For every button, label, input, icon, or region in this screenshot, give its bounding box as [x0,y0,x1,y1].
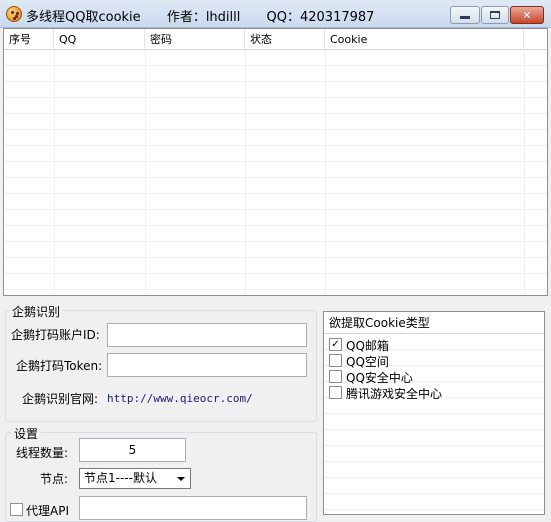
node-select-value: 节点1----默认 [84,471,157,485]
column-header-index[interactable]: 序号 [4,29,54,50]
check-icon: ✓ [331,338,340,350]
app-title: 多线程QQ取cookie [26,10,141,25]
close-button[interactable]: ✕ [510,6,544,24]
maximize-icon [490,11,500,19]
node-label: 节点: [40,472,69,486]
grid-divider [524,50,525,295]
account-id-label: 企鹅打码账户ID: [11,328,100,342]
captcha-group-title: 企鹅识别 [9,303,64,320]
proxy-checkbox[interactable] [10,503,23,516]
grid-header: 序号 QQ 密码 状态 Cookie [4,29,547,50]
author-text: 作者：lhdilll [166,10,241,25]
results-grid[interactable]: 序号 QQ 密码 状态 Cookie [3,28,548,296]
cookie-type-label: QQ邮箱 [346,339,389,353]
window-title: 多线程QQ取cookie 作者：lhdilll QQ：420317987 [26,6,396,25]
cookie-type-item[interactable]: QQ安全中心 [329,369,539,385]
grid-divider [325,50,326,295]
cookie-type-label: 腾讯游戏安全中心 [346,387,443,401]
maximize-button[interactable] [481,6,509,24]
cookie-type-item[interactable]: 腾讯游戏安全中心 [329,385,539,401]
grid-divider [145,50,146,295]
cookie-type-label: QQ安全中心 [346,371,413,385]
threads-input[interactable]: 5 [79,438,186,462]
column-header-cookie[interactable]: Cookie [325,29,524,50]
minimize-icon [460,16,470,19]
proxy-label: 代理API [26,504,69,518]
qq-text: QQ：420317987 [266,10,375,25]
proxy-api-input[interactable] [79,496,307,520]
column-header-qq[interactable]: QQ [54,29,145,50]
grid-body [4,50,547,295]
minimize-button[interactable] [450,6,480,24]
site-link[interactable]: http://www.qieocr.com/ [107,392,253,405]
grid-divider [54,50,55,295]
threads-label: 线程数量: [16,446,69,460]
settings-group-title: 设置 [11,425,42,442]
chevron-down-icon [177,477,185,481]
cookie-type-checkbox[interactable] [329,354,342,367]
column-header-password[interactable]: 密码 [145,29,245,50]
app-cookie-icon [6,6,22,22]
token-label: 企鹅打码Token: [16,359,103,373]
grid-divider [245,50,246,295]
cookie-type-item[interactable]: QQ空间 [329,353,539,369]
cookie-type-item[interactable]: ✓ QQ邮箱 [329,337,539,353]
title-bar: 多线程QQ取cookie 作者：lhdilll QQ：420317987 ✕ [0,0,551,28]
node-select[interactable]: 节点1----默认 [79,468,191,489]
close-icon: ✕ [522,8,532,22]
cookie-type-checkbox[interactable] [329,386,342,399]
cookie-type-title: 欲提取Cookie类型 [324,312,544,334]
site-label: 企鹅识别官网: [22,392,99,406]
token-input[interactable] [107,353,307,377]
cookie-type-checkbox[interactable]: ✓ [329,338,342,351]
cookie-type-panel: 欲提取Cookie类型 ✓ QQ邮箱 QQ空间 QQ安全中心 腾讯游戏安全中心 [323,311,545,515]
column-header-status[interactable]: 状态 [245,29,325,50]
cookie-type-checkbox[interactable] [329,370,342,383]
account-id-input[interactable] [107,323,307,347]
cookie-type-label: QQ空间 [346,355,389,369]
